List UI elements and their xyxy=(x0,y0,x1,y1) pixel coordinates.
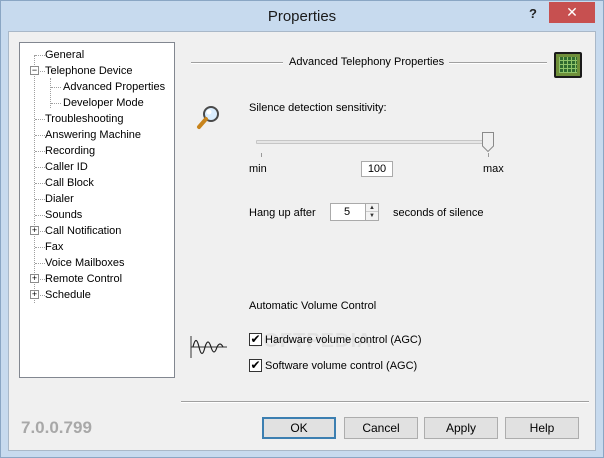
silence-sensitivity-label: Silence detection sensitivity: xyxy=(249,102,387,114)
footer-separator xyxy=(181,401,589,403)
slider-max-label: max xyxy=(483,163,504,175)
header-rule-left xyxy=(191,62,283,64)
dialog-client: General − Telephone Device Advanced Prop… xyxy=(8,31,596,451)
sensitivity-slider-thumb[interactable] xyxy=(482,132,494,152)
expand-icon[interactable]: + xyxy=(30,226,39,235)
header-rule-right xyxy=(449,62,547,64)
close-button[interactable]: ✕ xyxy=(549,2,595,23)
hangup-seconds-spinner[interactable]: ▲ ▼ xyxy=(365,203,379,221)
tree-line xyxy=(34,55,35,303)
agc-group-title: Automatic Volume Control xyxy=(249,300,377,312)
help-button[interactable]: Help xyxy=(505,417,579,439)
properties-window: Properties ? ✕ General − Telephone Devic… xyxy=(0,0,604,458)
hardware-agc-checkbox[interactable]: ✔ xyxy=(249,333,262,346)
software-agc-label[interactable]: Software volume control (AGC) xyxy=(265,360,417,372)
sensitivity-slider-track[interactable] xyxy=(256,140,494,144)
slider-min-label: min xyxy=(249,163,267,175)
settings-tree[interactable]: General − Telephone Device Advanced Prop… xyxy=(19,42,175,378)
panel-header: Advanced Telephony Properties xyxy=(289,56,445,68)
ok-button[interactable]: OK xyxy=(262,417,336,439)
slider-tick xyxy=(261,153,262,157)
magnifier-icon xyxy=(197,106,219,129)
spin-up-icon[interactable]: ▲ xyxy=(366,204,378,212)
collapse-icon[interactable]: − xyxy=(30,66,39,75)
hardware-agc-label[interactable]: Hardware volume control (AGC) xyxy=(265,334,422,346)
spin-down-icon[interactable]: ▼ xyxy=(366,212,378,220)
cancel-button[interactable]: Cancel xyxy=(344,417,418,439)
hangup-seconds-input[interactable]: 5 xyxy=(330,203,366,221)
help-title-button[interactable]: ? xyxy=(520,4,546,24)
window-title: Properties xyxy=(267,8,337,25)
version-label: 7.0.0.799 xyxy=(21,418,92,437)
expand-icon[interactable]: + xyxy=(30,290,39,299)
slider-tick xyxy=(488,153,489,157)
waveform-icon xyxy=(190,336,227,358)
expand-icon[interactable]: + xyxy=(30,274,39,283)
hangup-suffix-label: seconds of silence xyxy=(393,207,484,219)
software-agc-checkbox[interactable]: ✔ xyxy=(249,359,262,372)
sensitivity-value: 100 xyxy=(361,161,393,177)
apply-button[interactable]: Apply xyxy=(424,417,498,439)
title-bar: Properties ? ✕ xyxy=(1,1,603,31)
telephony-device-icon xyxy=(554,52,582,78)
hangup-prefix-label: Hang up after xyxy=(249,207,316,219)
